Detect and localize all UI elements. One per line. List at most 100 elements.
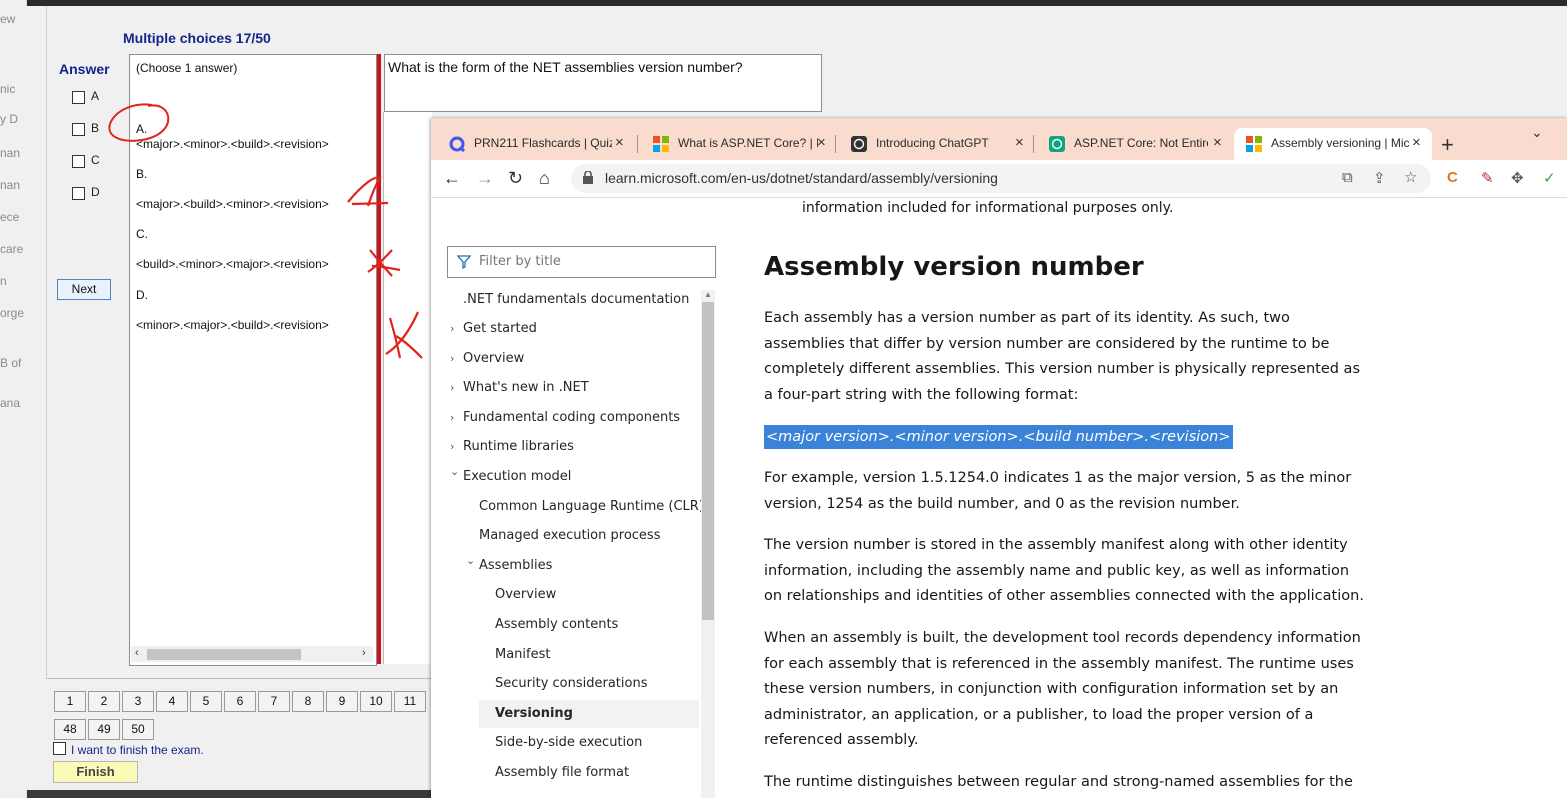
toc-item-fundamental-coding[interactable]: Fundamental coding components	[463, 410, 680, 425]
toc-item-net-fundamentals[interactable]: .NET fundamentals documentation	[463, 292, 689, 307]
chevron-right-icon[interactable]: ›	[450, 440, 454, 453]
background-text-fragment: nic	[0, 82, 16, 96]
checkbox-b-label: B	[91, 121, 100, 135]
reload-icon[interactable]: ↻	[508, 168, 523, 189]
toc-item-versioning[interactable]: Versioning	[495, 706, 573, 721]
scroll-thumb[interactable]	[147, 649, 301, 660]
horizontal-scrollbar[interactable]: ‹ ›	[131, 646, 373, 662]
filter-box[interactable]	[447, 246, 716, 278]
toc-item-security-considerations[interactable]: Security considerations	[495, 676, 647, 691]
tab-title: Introducing ChatGPT	[876, 136, 989, 150]
page-button[interactable]: 4	[156, 691, 188, 712]
extension-check-icon[interactable]: ✓	[1543, 169, 1556, 187]
toc-item-runtime-libraries[interactable]: Runtime libraries	[463, 439, 574, 454]
toc-item-assembly-file-format[interactable]: Assembly file format	[495, 765, 629, 780]
toc-item-assemblies-overview[interactable]: Overview	[495, 587, 556, 602]
version-format-code: <major version>.<minor version>.<build n…	[764, 425, 1233, 449]
chevron-right-icon[interactable]: ›	[450, 381, 454, 394]
question-text: What is the form of the NET assemblies v…	[388, 59, 743, 75]
share-icon[interactable]: ⇪	[1373, 169, 1386, 187]
tab-search-chevron-icon[interactable]: ⌄	[1531, 124, 1543, 141]
finish-exam-checkbox[interactable]	[53, 742, 66, 755]
paragraph-1: Each assembly has a version number as pa…	[764, 310, 1361, 403]
filter-icon	[457, 255, 471, 269]
page-button[interactable]: 50	[122, 719, 154, 740]
tab-what-is-aspnet-core[interactable]: What is ASP.NET Core? | Mi ×	[641, 128, 837, 160]
tab-title: Assembly versioning | Micr	[1271, 136, 1409, 150]
back-icon[interactable]: ←	[443, 168, 461, 189]
page-button[interactable]: 6	[224, 691, 256, 712]
page-button[interactable]: 49	[88, 719, 120, 740]
extension-dropper-icon[interactable]: ✎	[1481, 169, 1494, 187]
toc-item-assemblies[interactable]: Assemblies	[479, 558, 552, 573]
page-button[interactable]: 11	[394, 691, 426, 712]
toc-item-side-by-side[interactable]: Side-by-side execution	[495, 735, 642, 750]
page-button[interactable]: 9	[326, 691, 358, 712]
page-button[interactable]: 7	[258, 691, 290, 712]
filter-input[interactable]	[479, 247, 704, 275]
chevron-right-icon[interactable]: ›	[450, 322, 454, 335]
browser-toolbar: ← → ↻ ⌂ learn.microsoft.com/en-us/dotnet…	[431, 160, 1567, 198]
toc-item-execution-model[interactable]: Execution model	[463, 469, 571, 484]
page-button[interactable]: 5	[190, 691, 222, 712]
background-text-fragment: B of	[0, 356, 22, 370]
checkbox-b[interactable]	[72, 123, 85, 136]
background-text-fragment: ana	[0, 396, 21, 410]
scroll-up-icon[interactable]: ▲	[704, 290, 712, 299]
bookmark-star-icon[interactable]: ☆	[1404, 168, 1417, 186]
background-text-fragment: n	[0, 274, 7, 288]
question-counter: Multiple choices 17/50	[123, 30, 271, 46]
checkbox-a[interactable]	[72, 91, 85, 104]
checkbox-c[interactable]	[72, 155, 85, 168]
chevron-down-icon[interactable]: ⌄	[466, 554, 475, 567]
tab-separator	[1033, 135, 1034, 153]
toc-item-managed-execution[interactable]: Managed execution process	[479, 528, 660, 543]
toc-item-get-started[interactable]: Get started	[463, 321, 537, 336]
scroll-left-icon[interactable]: ‹	[135, 647, 139, 659]
close-tab-icon[interactable]: ×	[1213, 134, 1222, 151]
close-tab-icon[interactable]: ×	[615, 134, 624, 151]
page-button[interactable]: 1	[54, 691, 86, 712]
toc-item-clr[interactable]: Common Language Runtime (CLR)	[479, 499, 704, 514]
toc-item-whats-new[interactable]: What's new in .NET	[463, 380, 589, 395]
address-bar[interactable]: learn.microsoft.com/en-us/dotnet/standar…	[571, 164, 1431, 193]
answer-label: Answer	[59, 61, 110, 77]
page-button[interactable]: 48	[54, 719, 86, 740]
info-text: information included for informational p…	[802, 200, 1174, 216]
page-button[interactable]: 3	[122, 691, 154, 712]
tab-title: What is ASP.NET Core? | Mi	[678, 136, 818, 150]
finish-button[interactable]: Finish	[53, 761, 138, 783]
tab-aspnet-core-not-entirely[interactable]: ASP.NET Core: Not Entirely ×	[1037, 128, 1233, 160]
toc-scroll-thumb[interactable]	[702, 302, 714, 620]
tab-assembly-versioning[interactable]: Assembly versioning | Micr ×	[1234, 128, 1432, 160]
extension-move-icon[interactable]: ✥	[1511, 169, 1524, 187]
background-text-fragment: nan	[0, 146, 21, 160]
tab-introducing-chatgpt[interactable]: Introducing ChatGPT ×	[839, 128, 1035, 160]
toc-item-overview[interactable]: Overview	[463, 351, 524, 366]
chevron-right-icon[interactable]: ›	[450, 411, 454, 424]
scroll-right-icon[interactable]: ›	[362, 647, 366, 659]
toc-item-assembly-contents[interactable]: Assembly contents	[495, 617, 618, 632]
chevron-right-icon[interactable]: ›	[450, 352, 454, 365]
home-icon[interactable]: ⌂	[539, 168, 550, 189]
checkbox-a-label: A	[91, 89, 100, 103]
toc-scrollbar[interactable]: ▲	[701, 290, 715, 798]
tab-prn211-flashcards[interactable]: PRN211 Flashcards | Quiz ×	[437, 128, 633, 160]
close-tab-icon[interactable]: ×	[817, 134, 826, 151]
chevron-down-icon[interactable]: ⌄	[450, 465, 459, 478]
toc-item-manifest[interactable]: Manifest	[495, 647, 550, 662]
new-tab-icon[interactable]: +	[1441, 132, 1454, 158]
instruction-text: (Choose 1 answer)	[136, 61, 238, 75]
paragraph-4: When an assembly is built, the developme…	[764, 630, 1361, 748]
page-button[interactable]: 8	[292, 691, 324, 712]
extension-c-icon[interactable]: C	[1447, 169, 1458, 186]
page-button[interactable]: 2	[88, 691, 120, 712]
close-tab-icon[interactable]: ×	[1015, 134, 1024, 151]
url-text[interactable]: learn.microsoft.com/en-us/dotnet/standar…	[605, 170, 998, 186]
forward-icon[interactable]: →	[476, 168, 494, 189]
translate-icon[interactable]: ⧉	[1342, 169, 1353, 186]
close-tab-icon[interactable]: ×	[1412, 134, 1421, 151]
checkbox-d[interactable]	[72, 187, 85, 200]
checkbox-d-label: D	[91, 185, 100, 199]
page-button[interactable]: 10	[360, 691, 392, 712]
